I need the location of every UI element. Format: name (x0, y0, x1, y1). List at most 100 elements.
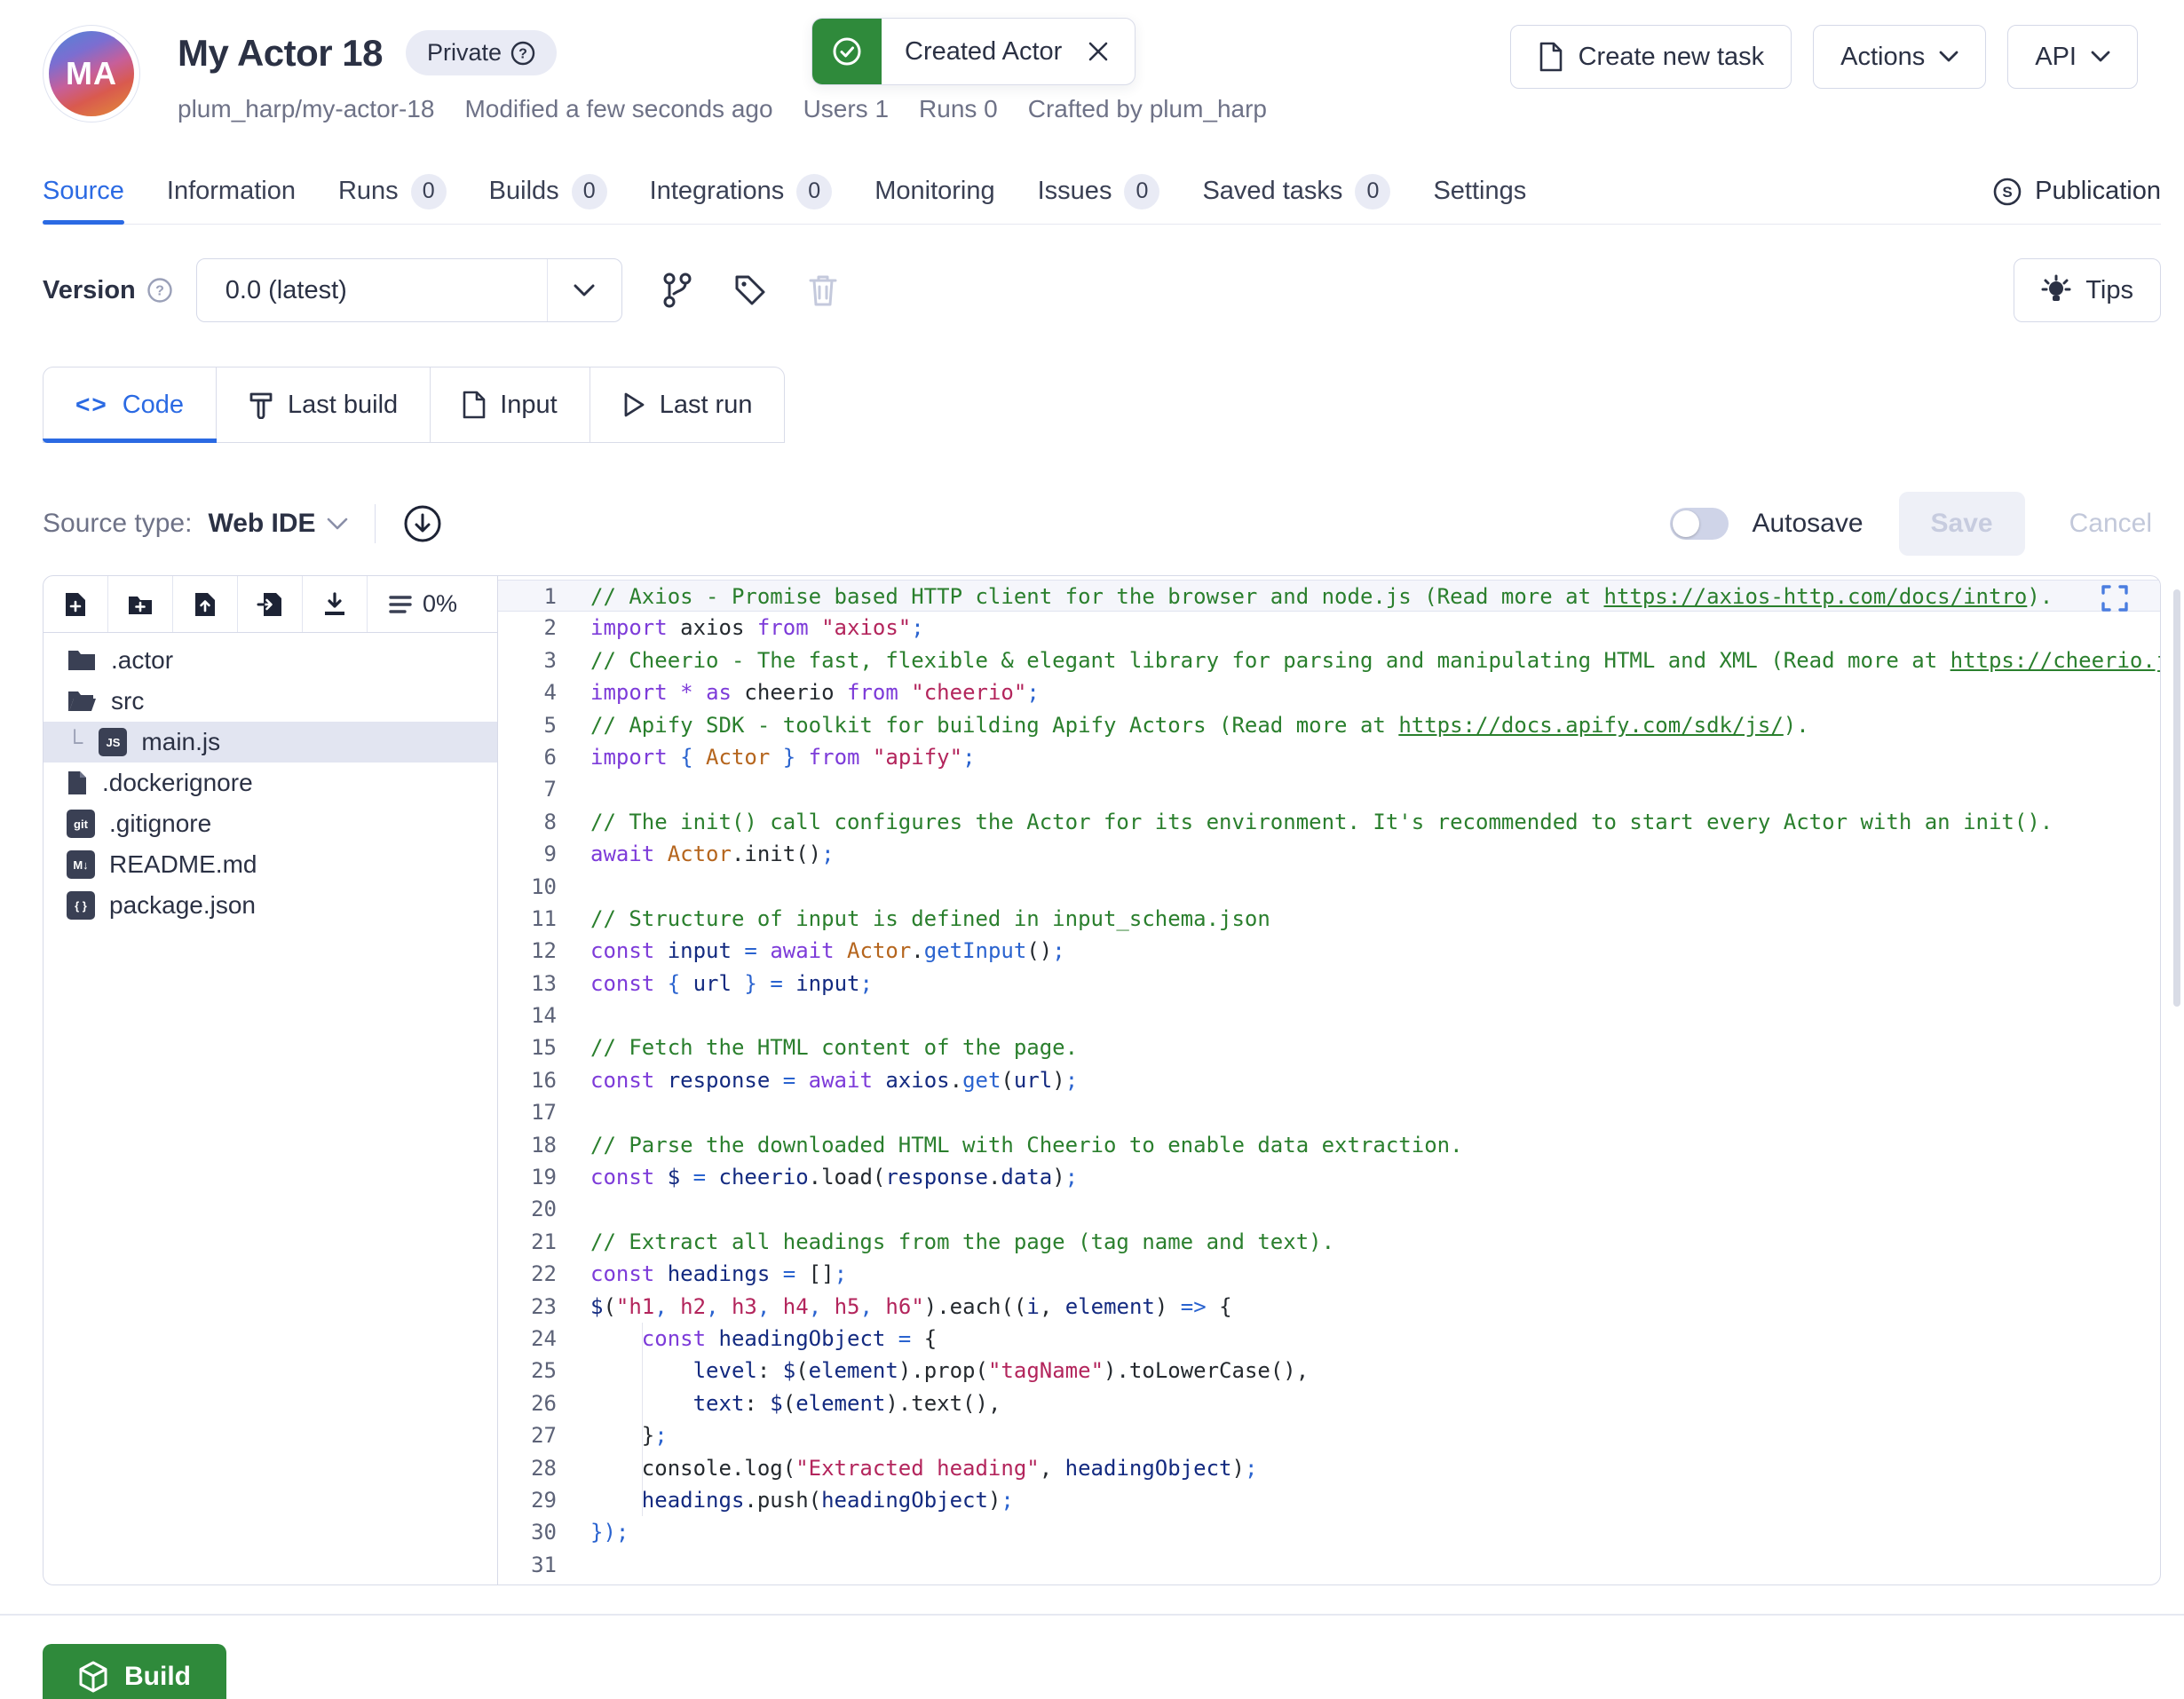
code-line-15[interactable]: 15// Fetch the HTML content of the page. (498, 1031, 2160, 1063)
svg-text:S: S (2002, 184, 2012, 201)
actor-header: MA My Actor 18 Private ? plum_harp/my-ac… (43, 0, 2161, 123)
tab-information[interactable]: Information (167, 159, 296, 224)
git-branch-icon[interactable] (661, 272, 693, 309)
code-line-20[interactable]: 20 (498, 1193, 2160, 1225)
download-circle-icon[interactable] (402, 503, 443, 544)
actions-dropdown-button[interactable]: Actions (1813, 25, 1986, 89)
code-line-22[interactable]: 22const headings = []; (498, 1258, 2160, 1290)
code-line-21[interactable]: 21// Extract all headings from the page … (498, 1226, 2160, 1258)
page-scrollbar[interactable] (2173, 589, 2180, 1007)
visibility-badge: Private ? (406, 30, 557, 75)
svg-text:?: ? (155, 284, 164, 299)
tab-issues[interactable]: Issues0 (1038, 159, 1160, 224)
tab-integrations[interactable]: Integrations0 (650, 159, 833, 224)
close-icon[interactable] (1087, 19, 1135, 84)
lightbulb-icon (2041, 274, 2071, 306)
tab-monitoring[interactable]: Monitoring (874, 159, 994, 224)
code-editor[interactable]: 1// Axios - Promise based HTTP client fo… (498, 576, 2160, 1584)
file-item-package-json[interactable]: { }package.json (44, 885, 497, 926)
file-item-main-js[interactable]: └JSmain.js (44, 722, 497, 763)
code-line-19[interactable]: 19const $ = cheerio.load(response.data); (498, 1161, 2160, 1193)
download-icon[interactable] (303, 576, 368, 632)
avatar-initials: MA (66, 55, 117, 92)
chevron-down-icon (2091, 51, 2110, 63)
code-line-1[interactable]: 1// Axios - Promise based HTTP client fo… (498, 580, 2160, 612)
cancel-button[interactable]: Cancel (2061, 509, 2161, 539)
file-item--dockerignore[interactable]: .dockerignore (44, 763, 497, 803)
code-line-5[interactable]: 5// Apify SDK - toolkit for building Api… (498, 709, 2160, 741)
autosave-toggle[interactable] (1670, 508, 1729, 540)
code-line-26[interactable]: 26 text: $(element).text(), (498, 1387, 2160, 1419)
import-file-icon[interactable] (238, 576, 303, 632)
tag-icon[interactable] (732, 273, 768, 308)
hammer-icon (249, 391, 273, 419)
file-item-README-md[interactable]: M↓README.md (44, 844, 497, 885)
file-icon (463, 391, 486, 419)
code-line-4[interactable]: 4import * as cheerio from "cheerio"; (498, 676, 2160, 708)
code-line-12[interactable]: 12const input = await Actor.getInput(); (498, 935, 2160, 967)
build-button[interactable]: Build (43, 1644, 226, 1699)
file-item--gitignore[interactable]: git.gitignore (44, 803, 497, 844)
tab-runs[interactable]: Runs0 (338, 159, 447, 224)
subtab-input[interactable]: Input (431, 367, 590, 442)
save-button[interactable]: Save (1899, 492, 2025, 556)
build-package-icon (78, 1661, 108, 1693)
modified-label: Modified a few seconds ago (464, 95, 772, 123)
source-type-select[interactable]: Web IDE (208, 509, 347, 539)
version-select[interactable]: 0.0 (latest) (196, 258, 622, 322)
trash-icon[interactable] (807, 273, 839, 308)
code-line-7[interactable]: 7 (498, 773, 2160, 805)
code-line-27[interactable]: 27 }; (498, 1419, 2160, 1451)
tips-button[interactable]: Tips (2014, 258, 2161, 322)
version-label: Version ? (43, 276, 173, 305)
code-line-8[interactable]: 8// The init() call configures the Actor… (498, 806, 2160, 838)
new-file-icon[interactable] (44, 576, 108, 632)
file-item-src[interactable]: src (44, 681, 497, 722)
upload-file-icon[interactable] (173, 576, 238, 632)
tab-source[interactable]: Source (43, 159, 124, 224)
code-line-25[interactable]: 25 level: $(element).prop("tagName").toL… (498, 1355, 2160, 1387)
subtab-last-build[interactable]: Last build (217, 367, 431, 442)
code-line-10[interactable]: 10 (498, 871, 2160, 903)
created-actor-toast: Created Actor (811, 18, 1136, 85)
publication-link[interactable]: S Publication (1992, 177, 2161, 207)
ide-subtabs: <>CodeLast buildInputLast run (43, 367, 785, 443)
help-circle-icon[interactable]: ? (146, 277, 173, 304)
tab-saved-tasks[interactable]: Saved tasks0 (1202, 159, 1390, 224)
code-line-28[interactable]: 28 console.log("Extracted heading", head… (498, 1452, 2160, 1484)
code-line-13[interactable]: 13const { url } = input; (498, 968, 2160, 1000)
source-type-label: Source type: (43, 509, 192, 539)
code-line-14[interactable]: 14 (498, 1000, 2160, 1031)
play-icon (622, 391, 645, 418)
create-new-task-button[interactable]: Create new task (1510, 25, 1792, 89)
code-line-23[interactable]: 23$("h1, h2, h3, h4, h5, h6").each((i, e… (498, 1291, 2160, 1323)
code-line-2[interactable]: 2import axios from "axios"; (498, 612, 2160, 644)
code-line-18[interactable]: 18// Parse the downloaded HTML with Chee… (498, 1129, 2160, 1161)
subtab-last-run[interactable]: Last run (590, 367, 785, 442)
tab-builds[interactable]: Builds0 (489, 159, 607, 224)
file-tree-toolbar: 0% (44, 576, 497, 633)
code-line-9[interactable]: 9await Actor.init(); (498, 838, 2160, 870)
new-folder-icon[interactable] (108, 576, 173, 632)
tab-settings[interactable]: Settings (1433, 159, 1526, 224)
api-dropdown-button[interactable]: API (2007, 25, 2138, 89)
code-line-11[interactable]: 11// Structure of input is defined in in… (498, 903, 2160, 935)
actor-tab-bar: Source Information Runs0 Builds0 Integration… (43, 159, 2161, 225)
actor-avatar: MA (43, 25, 140, 122)
actor-source-page: MA My Actor 18 Private ? plum_harp/my-ac… (0, 0, 2184, 1699)
footer-divider (0, 1614, 2184, 1616)
code-line-30[interactable]: 30}); (498, 1516, 2160, 1548)
file-item--actor[interactable]: .actor (44, 640, 497, 681)
code-line-6[interactable]: 6import { Actor } from "apify"; (498, 741, 2160, 773)
code-line-16[interactable]: 16const response = await axios.get(url); (498, 1064, 2160, 1096)
autosave-label: Autosave (1752, 509, 1863, 539)
js-icon: JS (99, 728, 127, 756)
actor-handle: plum_harp/my-actor-18 (178, 95, 434, 123)
code-line-31[interactable]: 31 (498, 1549, 2160, 1581)
subtab-code[interactable]: <>Code (44, 367, 217, 442)
code-line-17[interactable]: 17 (498, 1096, 2160, 1128)
code-line-29[interactable]: 29 headings.push(headingObject); (498, 1484, 2160, 1516)
code-line-3[interactable]: 3// Cheerio - The fast, flexible & elega… (498, 644, 2160, 676)
code-line-24[interactable]: 24 const headingObject = { (498, 1323, 2160, 1355)
file-icon (67, 770, 88, 796)
